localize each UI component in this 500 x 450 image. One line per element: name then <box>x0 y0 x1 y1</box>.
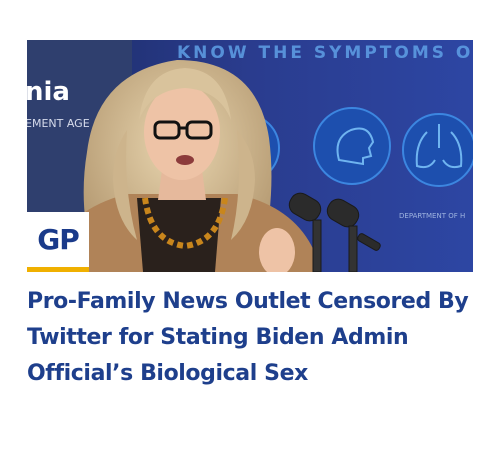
podium-caption: DEPARTMENT OF H <box>399 212 465 220</box>
news-card[interactable]: nia EMENT AGE KNOW THE SYMPTOMS OF COVID… <box>0 0 500 450</box>
photo-illustration: nia EMENT AGE KNOW THE SYMPTOMS OF COVID… <box>27 40 473 272</box>
article-photo[interactable]: nia EMENT AGE KNOW THE SYMPTOMS OF COVID… <box>27 40 473 272</box>
left-sign-word: nia <box>27 77 70 107</box>
logo-text: GP <box>37 223 80 256</box>
backdrop-banner: KNOW THE SYMPTOMS OF COVID <box>177 43 473 63</box>
symptom-circle <box>313 107 391 185</box>
publisher-logo[interactable]: GP <box>27 212 89 272</box>
left-sign-sub: EMENT AGE <box>27 117 90 130</box>
article-headline[interactable]: Pro-Family News Outlet Censored By Twitt… <box>27 284 473 392</box>
